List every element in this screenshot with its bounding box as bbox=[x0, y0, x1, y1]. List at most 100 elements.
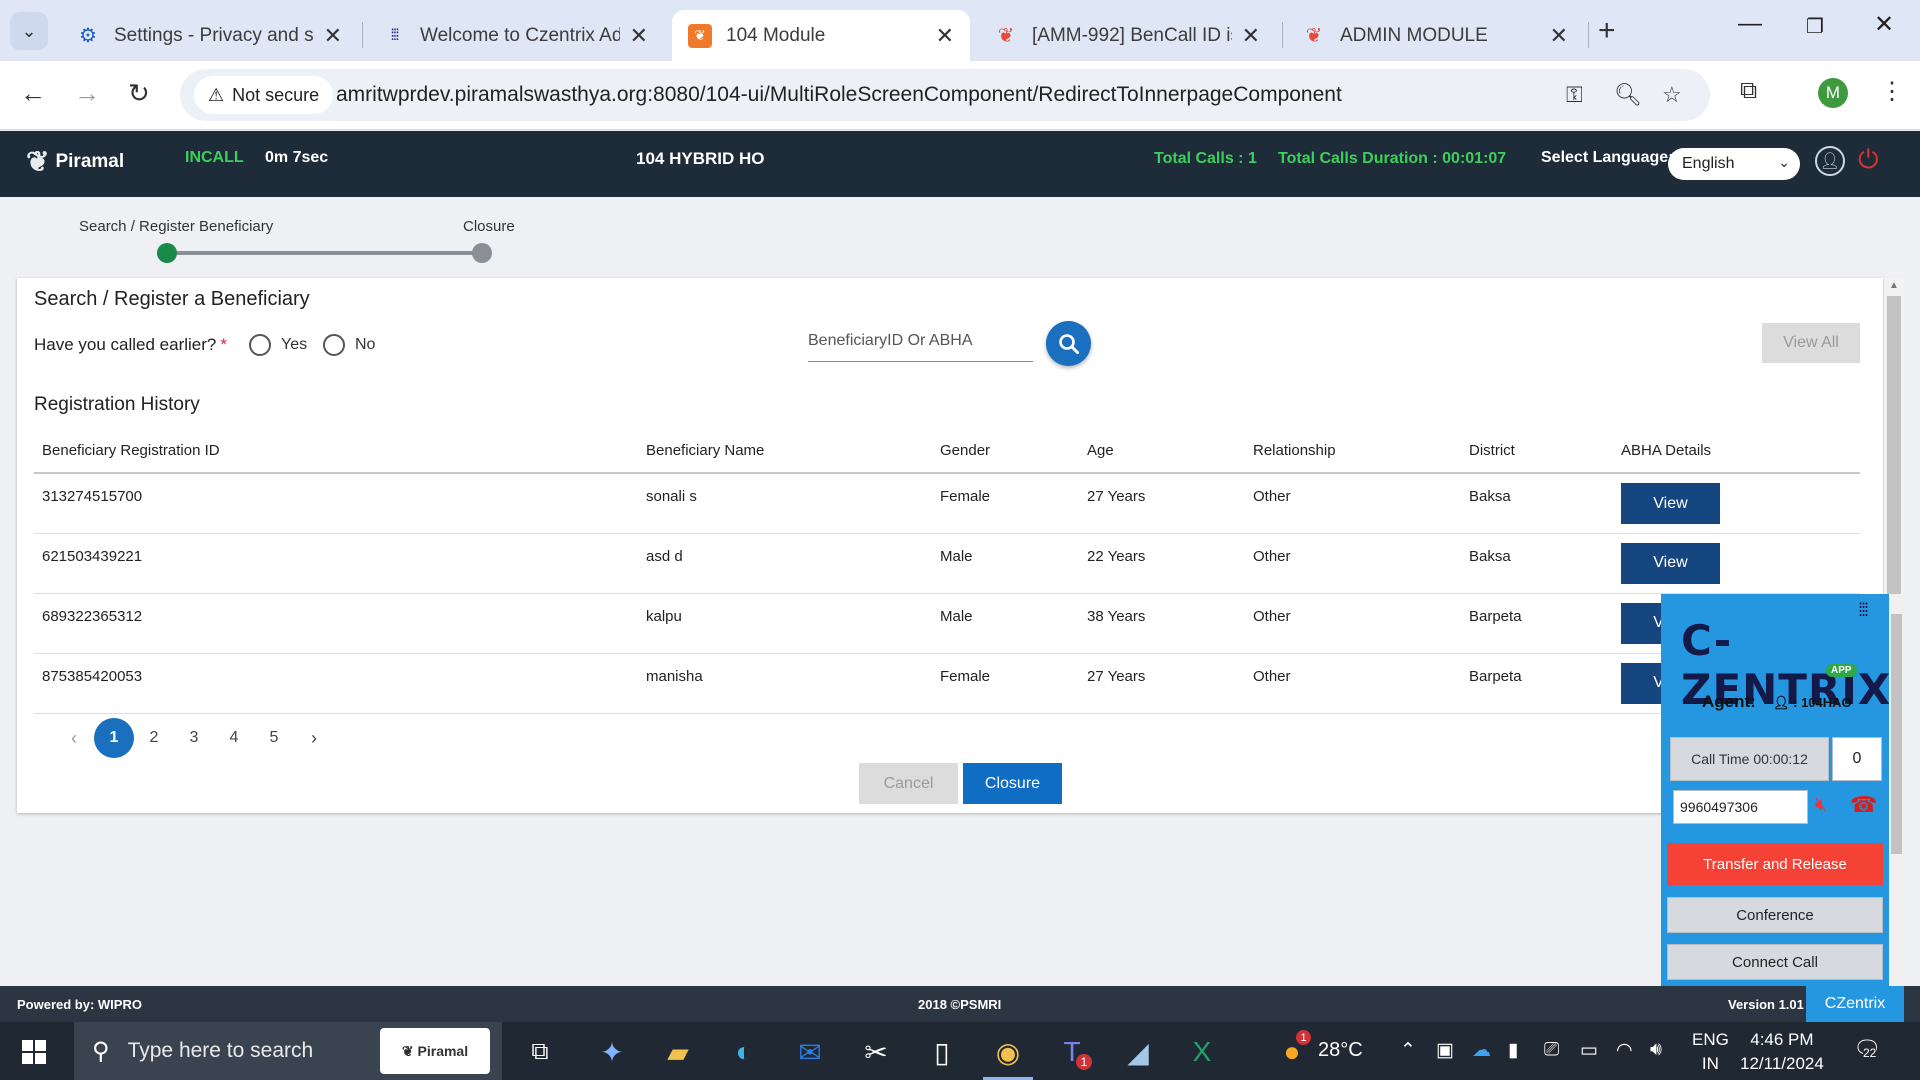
table-row: 689322365312 kalpu Male 38 Years Other B… bbox=[34, 593, 1860, 654]
power-logout-icon[interactable]: ⏻ bbox=[1858, 144, 1879, 176]
new-tab-button[interactable]: + bbox=[1598, 14, 1616, 48]
outlook-icon[interactable]: ✉ bbox=[790, 1032, 830, 1072]
extensions-icon[interactable]: ⧉ bbox=[1740, 77, 1757, 105]
taskbar-search-placeholder: Type here to search bbox=[127, 1039, 314, 1062]
total-calls: Total Calls : 1 bbox=[1154, 150, 1257, 167]
page-3[interactable]: 3 bbox=[174, 718, 214, 758]
close-icon[interactable]: ✕ bbox=[630, 23, 648, 49]
tab-settings[interactable]: ⚙ Settings - Privacy and sec ✕ bbox=[60, 10, 358, 61]
input-language[interactable]: ENG IN bbox=[1692, 1028, 1729, 1076]
volume-icon[interactable]: 🔊︎ bbox=[1650, 1039, 1662, 1061]
notification-icon[interactable]: 🗨︎22 bbox=[1853, 1036, 1881, 1062]
display-icon[interactable]: ⎚ bbox=[1544, 1039, 1559, 1061]
close-icon[interactable]: ✕ bbox=[936, 23, 954, 49]
chevron-left-icon[interactable]: ‹ bbox=[54, 718, 94, 758]
battery-icon[interactable]: ▭ bbox=[1580, 1039, 1598, 1062]
radio-yes[interactable]: Yes bbox=[249, 334, 307, 356]
user-account-icon[interactable]: 👤︎ bbox=[1815, 146, 1845, 176]
close-icon[interactable]: ✕ bbox=[1242, 23, 1260, 49]
zoom-icon[interactable]: 🔍︎ bbox=[1614, 82, 1642, 108]
warning-triangle-icon: ⚠ bbox=[208, 84, 225, 105]
close-icon[interactable]: ✕ bbox=[1550, 23, 1568, 49]
chevron-up-icon[interactable]: ⌃ bbox=[1400, 1039, 1416, 1062]
search-button[interactable] bbox=[1046, 321, 1091, 366]
connect-call-button[interactable]: Connect Call bbox=[1667, 944, 1883, 980]
app-name: 104 HYBRID HO bbox=[636, 149, 765, 168]
excel-icon[interactable]: X bbox=[1182, 1032, 1222, 1072]
tab-104-module[interactable]: ❦ 104 Module ✕ bbox=[672, 10, 970, 61]
weather-temp[interactable]: 28°C bbox=[1318, 1039, 1363, 1062]
view-abha-button[interactable]: View bbox=[1621, 542, 1720, 584]
reload-button[interactable]: ↻ bbox=[128, 78, 150, 109]
clock[interactable]: 4:46 PM 12/11/2024 bbox=[1740, 1028, 1824, 1076]
czentrix-scrollbar[interactable] bbox=[1889, 594, 1904, 986]
transfer-release-button[interactable]: Transfer and Release bbox=[1667, 843, 1883, 885]
cell-gender: Male bbox=[932, 593, 1079, 654]
page-1[interactable]: 1 bbox=[94, 718, 134, 758]
page-4[interactable]: 4 bbox=[214, 718, 254, 758]
chrome-icon[interactable]: ◉ bbox=[983, 1032, 1033, 1080]
scrollbar-thumb[interactable] bbox=[1887, 296, 1901, 601]
tab-admin-module[interactable]: ❦ ADMIN MODULE ✕ bbox=[1286, 10, 1584, 61]
snipping-tool-icon[interactable]: ✂ bbox=[856, 1032, 896, 1072]
mute-icon[interactable]: 🔇︎ bbox=[1815, 794, 1828, 817]
col-gender: Gender bbox=[932, 428, 1079, 474]
window-close-button[interactable]: ✕ bbox=[1874, 10, 1894, 39]
url-text[interactable]: amritwprdev.piramalswasthya.org:8080/104… bbox=[336, 83, 1342, 107]
gear-icon: ⚙ bbox=[79, 25, 97, 47]
taskbar-search[interactable]: ⚲ Type here to search ❦ Piramal bbox=[74, 1022, 502, 1080]
back-button[interactable]: ← bbox=[20, 78, 46, 109]
tab-search-menu-button[interactable]: ⌄ bbox=[10, 12, 48, 50]
chevron-right-icon[interactable]: › bbox=[294, 718, 334, 758]
edge-browser-icon[interactable]: ◐ bbox=[724, 1032, 764, 1072]
tab-amm-992[interactable]: ❦ [AMM-992] BenCall ID is ✕ bbox=[978, 10, 1276, 61]
hangup-phone-icon[interactable]: ☎︎ bbox=[1850, 792, 1877, 818]
microphone-icon[interactable]: ▮ bbox=[1508, 1039, 1518, 1062]
browser-menu-icon[interactable]: ⋮ bbox=[1880, 77, 1904, 106]
czentrix-toggle[interactable]: CZentrix bbox=[1806, 986, 1904, 1022]
radio-circle[interactable] bbox=[323, 334, 345, 356]
bookmark-star-icon[interactable]: ☆ bbox=[1662, 82, 1682, 108]
page-2[interactable]: 2 bbox=[134, 718, 174, 758]
address-bar[interactable]: ⚠ Not secure amritwprdev.piramalswasthya… bbox=[180, 69, 1710, 121]
conference-button[interactable]: Conference bbox=[1667, 897, 1883, 933]
browser-tab-strip: ⌄ ⚙ Settings - Privacy and sec ✕ ⁞⁞⁞ Wel… bbox=[0, 0, 1920, 61]
copilot-icon[interactable]: ✦ bbox=[592, 1032, 632, 1072]
meet-icon[interactable]: ▣ bbox=[1436, 1039, 1454, 1062]
radio-circle[interactable] bbox=[249, 334, 271, 356]
app-icon[interactable]: ◢ bbox=[1118, 1032, 1158, 1072]
teams-icon[interactable]: T1 bbox=[1052, 1032, 1092, 1072]
weather-icon[interactable]: ● 1 bbox=[1272, 1030, 1312, 1072]
cell-id: 621503439221 bbox=[34, 533, 638, 594]
restore-button[interactable]: ❐ bbox=[1806, 14, 1824, 39]
wifi-icon[interactable]: ◠ bbox=[1616, 1039, 1633, 1062]
task-view-icon[interactable]: ⧉ bbox=[520, 1032, 560, 1072]
cell-abha: View bbox=[1613, 473, 1860, 534]
minimize-button[interactable]: — bbox=[1738, 10, 1762, 38]
view-all-button[interactable]: View All bbox=[1762, 323, 1860, 363]
phone-number-field[interactable]: 9960497306 bbox=[1673, 790, 1808, 824]
forward-button[interactable]: → bbox=[74, 78, 100, 109]
view-abha-button[interactable]: View bbox=[1621, 483, 1720, 524]
scroll-up-icon[interactable]: ▲ bbox=[1889, 280, 1899, 291]
language-select[interactable]: English ⌄ bbox=[1668, 148, 1800, 180]
cell-relationship: Other bbox=[1245, 533, 1461, 594]
cancel-button[interactable]: Cancel bbox=[859, 763, 958, 804]
profile-avatar[interactable]: M bbox=[1818, 78, 1848, 108]
password-key-icon[interactable]: ⚿ bbox=[1566, 82, 1583, 108]
file-explorer-icon[interactable]: ▰ bbox=[658, 1032, 698, 1072]
windows-start-icon[interactable] bbox=[22, 1040, 46, 1064]
cell-gender: Female bbox=[932, 473, 1079, 534]
scrollbar-thumb[interactable] bbox=[1891, 614, 1902, 854]
radio-no[interactable]: No bbox=[323, 334, 375, 356]
close-icon[interactable]: ✕ bbox=[324, 23, 342, 49]
onedrive-cloud-icon[interactable]: ☁ bbox=[1472, 1039, 1491, 1062]
closure-button[interactable]: Closure bbox=[963, 763, 1062, 804]
beneficiary-search-input[interactable]: BeneficiaryID Or ABHA bbox=[808, 320, 1033, 362]
powered-by: Powered by: WIPRO bbox=[17, 997, 142, 1012]
page-5[interactable]: 5 bbox=[254, 718, 294, 758]
tab-czentrix-admin[interactable]: ⁞⁞⁞ Welcome to Czentrix Adr ✕ bbox=[366, 10, 664, 61]
security-chip[interactable]: ⚠ Not secure bbox=[194, 76, 334, 114]
radio-no-label: No bbox=[355, 336, 376, 353]
notepad-icon[interactable]: ▯ bbox=[922, 1032, 962, 1072]
